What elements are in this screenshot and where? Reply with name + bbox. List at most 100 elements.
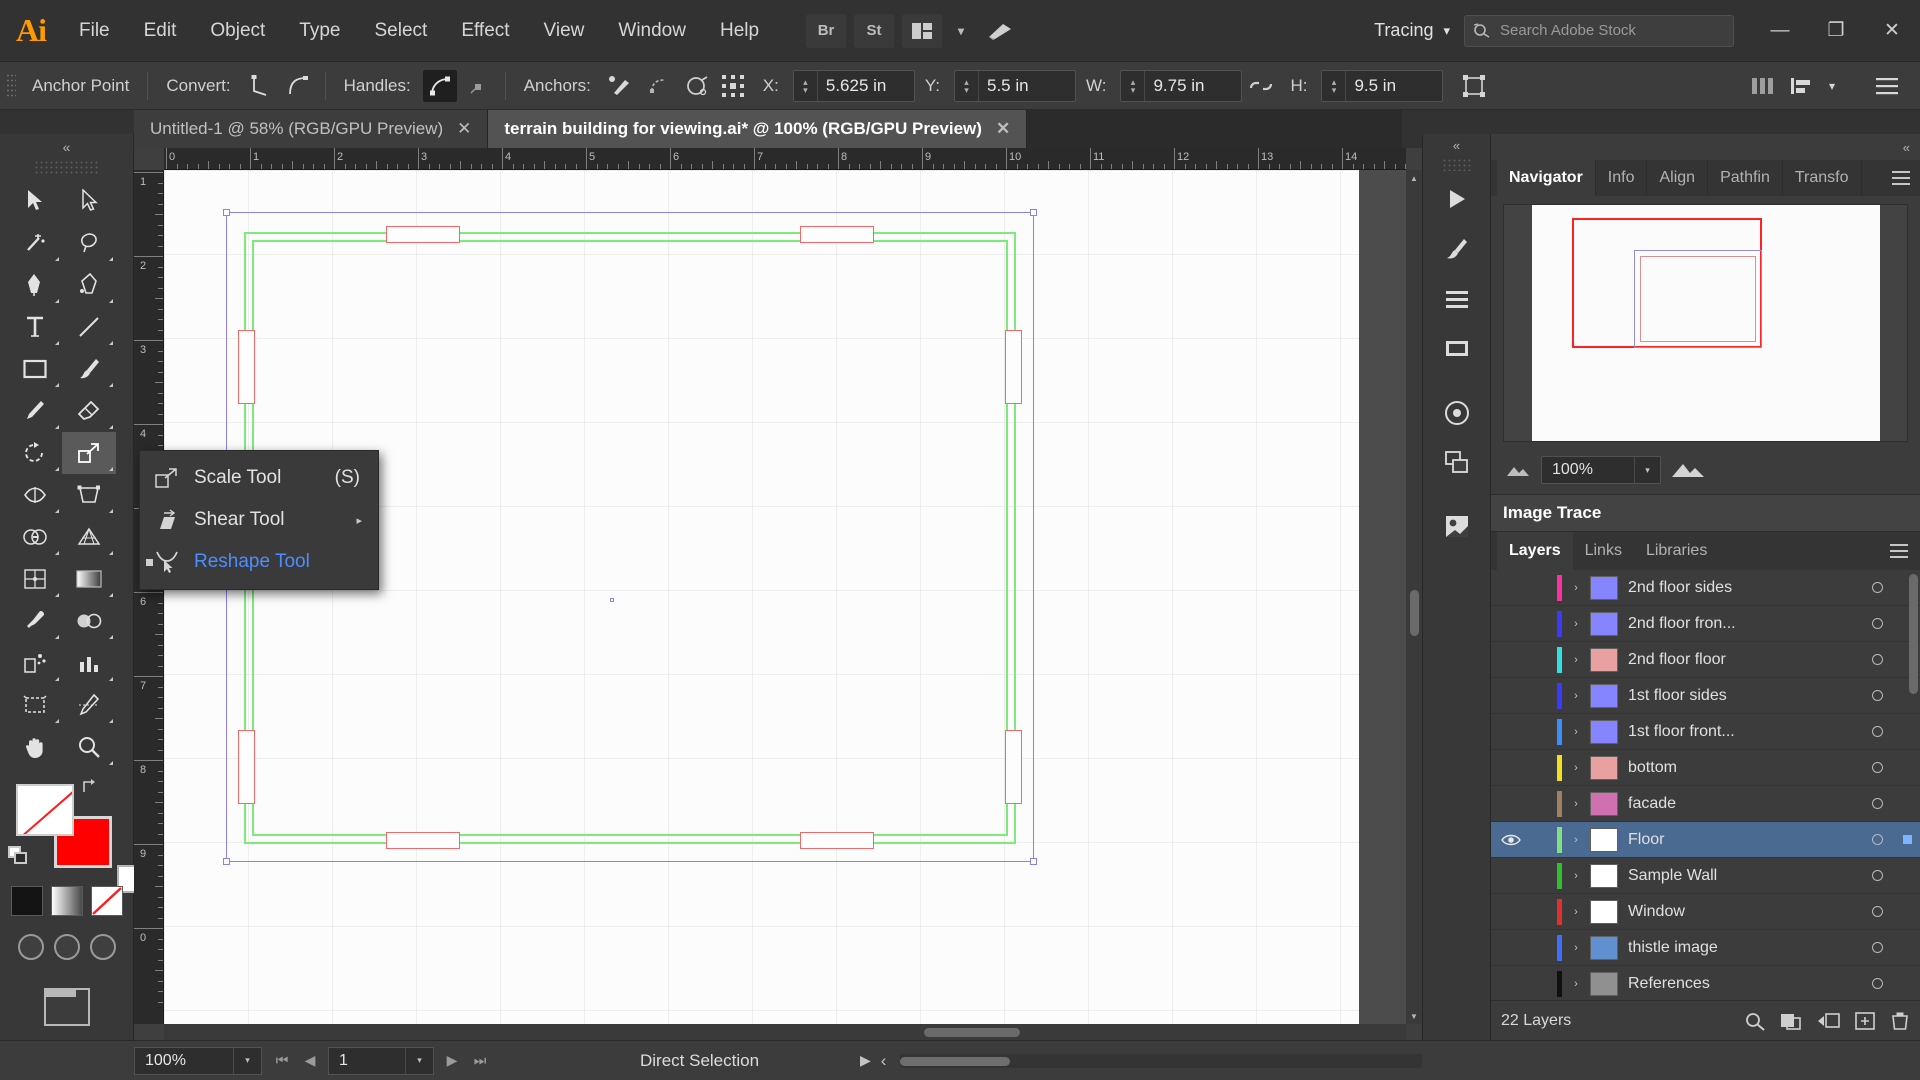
chevron-down-icon[interactable]: ▾ (233, 1047, 261, 1074)
chevron-down-icon[interactable]: ▾ (405, 1047, 433, 1074)
align-icon[interactable] (1784, 70, 1818, 102)
chevron-right-icon[interactable]: › (1562, 690, 1590, 702)
x-field[interactable]: ▴ ▾ (792, 69, 915, 102)
layers-list[interactable]: › 2nd floor sides › 2nd floor fron... › 2nd f… (1491, 570, 1920, 1000)
tool-column-graph[interactable] (62, 642, 116, 684)
status-artboard-field[interactable]: 1 ▾ (328, 1046, 434, 1075)
status-current-tool[interactable]: Direct Selection (640, 1051, 759, 1071)
layers-panel-icon[interactable] (1429, 439, 1485, 487)
tool-hand[interactable] (8, 726, 62, 768)
brush-icon[interactable] (980, 14, 1020, 48)
menu-view[interactable]: View (527, 0, 602, 62)
tool-line-segment[interactable] (62, 306, 116, 348)
scroll-down-icon[interactable]: ▼ (1406, 1008, 1422, 1024)
tool-mesh[interactable] (8, 558, 62, 600)
tool-direct-selection[interactable] (62, 180, 116, 222)
scrollbar-thumb[interactable] (1410, 590, 1419, 636)
align-panel-icon[interactable] (1429, 275, 1485, 323)
menu-help[interactable]: Help (703, 0, 776, 62)
layer-name[interactable]: Sample Wall (1628, 867, 1860, 885)
draw-behind-button[interactable] (53, 934, 80, 960)
tool-type[interactable] (8, 306, 62, 348)
maximize-button[interactable]: ❐ (1808, 0, 1864, 62)
chevron-right-icon[interactable]: › (1562, 906, 1590, 918)
menu-type[interactable]: Type (282, 0, 357, 62)
search-input[interactable]: Search Adobe Stock (1464, 14, 1734, 47)
status-scrollbar[interactable] (900, 1053, 1422, 1068)
tool-selection[interactable] (8, 180, 62, 222)
arrange-documents-icon[interactable] (902, 13, 943, 48)
canvas-viewport[interactable] (164, 170, 1406, 1024)
chevron-right-icon[interactable]: › (1562, 870, 1590, 882)
dock-grip[interactable] (1441, 158, 1472, 171)
tool-gradient[interactable] (62, 558, 116, 600)
h-stepper[interactable]: ▴ ▾ (1322, 70, 1347, 101)
target-circle-icon[interactable] (1860, 762, 1894, 773)
selection-anchor[interactable] (1030, 209, 1037, 216)
dock-collapse-button[interactable]: « (1453, 134, 1460, 158)
flyout-item-scale-tool[interactable]: Scale Tool (S) (140, 457, 378, 499)
draw-inside-button[interactable] (89, 934, 116, 960)
arrange-caret-icon[interactable]: ▾ (950, 14, 972, 48)
menu-effect[interactable]: Effect (444, 0, 526, 62)
close-icon[interactable]: ✕ (457, 119, 471, 139)
brushes-panel-icon[interactable] (1429, 225, 1485, 273)
target-circle-icon[interactable] (1860, 798, 1894, 809)
hide-handles-button[interactable] (461, 70, 495, 102)
target-circle-icon[interactable] (1860, 834, 1894, 845)
tab-align[interactable]: Align (1647, 160, 1709, 196)
layer-name[interactable]: thistle image (1628, 939, 1860, 957)
document-tab-1[interactable]: Untitled-1 @ 58% (RGB/GPU Preview) ✕ (134, 110, 489, 148)
layer-name[interactable]: 2nd floor fron... (1628, 615, 1860, 633)
tool-eyedropper[interactable] (8, 600, 62, 642)
layer-name[interactable]: References (1628, 975, 1860, 993)
tool-free-transform[interactable] (62, 474, 116, 516)
swatches-panel-icon[interactable] (1429, 325, 1485, 373)
y-stepper[interactable]: ▴ ▾ (955, 70, 979, 101)
y-input[interactable] (978, 70, 1075, 101)
selection-anchor[interactable] (223, 858, 230, 865)
anchor-point-grid-icon[interactable] (717, 70, 751, 102)
tool-zoom[interactable] (62, 726, 116, 768)
menu-edit[interactable]: Edit (127, 0, 194, 62)
panel-menu-icon[interactable] (1892, 171, 1920, 185)
tab-layers[interactable]: Layers (1497, 532, 1573, 570)
horizontal-ruler[interactable]: 0 1 2 3 4 5 6 7 8 9 10 11 12 13 14 (164, 148, 1406, 170)
w-input[interactable] (1145, 70, 1242, 101)
w-field[interactable]: ▴ ▾ (1120, 69, 1243, 102)
color-mode-button[interactable] (10, 886, 43, 916)
w-stepper[interactable]: ▴ ▾ (1121, 70, 1146, 101)
target-circle-icon[interactable] (1860, 942, 1894, 953)
menu-file[interactable]: File (62, 0, 127, 62)
navigator-view-box[interactable] (1571, 218, 1762, 348)
target-circle-icon[interactable] (1860, 618, 1894, 629)
gradient-panel-icon[interactable] (1429, 389, 1485, 437)
tool-rectangle[interactable] (8, 348, 62, 390)
layers-scrollbar-thumb[interactable] (1909, 574, 1918, 694)
tab-navigator[interactable]: Navigator (1497, 160, 1596, 196)
tab-pathfinder[interactable]: Pathfin (1708, 160, 1783, 196)
swap-fill-stroke-icon[interactable] (80, 778, 100, 796)
image-trace-panel-icon[interactable] (1429, 503, 1485, 551)
create-new-layer-icon[interactable] (1854, 1011, 1876, 1031)
eye-icon[interactable] (1491, 833, 1531, 847)
status-play-icon[interactable]: ▶ (860, 1052, 871, 1069)
vertical-scrollbar[interactable]: ▲ ▼ (1406, 170, 1422, 1024)
tool-width[interactable] (8, 474, 62, 516)
layer-row[interactable]: › Sample Wall (1491, 858, 1920, 894)
toolbar-grip[interactable] (34, 160, 99, 174)
layer-row[interactable]: › 2nd floor sides (1491, 570, 1920, 606)
panel-options-icon[interactable] (1870, 70, 1904, 102)
tool-artboard[interactable] (8, 684, 62, 726)
locate-object-icon[interactable] (1744, 1011, 1766, 1031)
target-circle-icon[interactable] (1860, 906, 1894, 917)
tool-lasso[interactable] (62, 222, 116, 264)
tool-pen[interactable] (8, 264, 62, 306)
target-circle-icon[interactable] (1860, 870, 1894, 881)
status-zoom-field[interactable]: 100% ▾ (134, 1046, 262, 1075)
last-artboard-button[interactable]: ⏭ (466, 1052, 494, 1069)
layer-row[interactable]: › facade (1491, 786, 1920, 822)
horizontal-scrollbar[interactable] (164, 1024, 1406, 1040)
target-circle-icon[interactable] (1860, 582, 1894, 593)
chevron-down-icon[interactable]: ▾ (1634, 457, 1660, 483)
